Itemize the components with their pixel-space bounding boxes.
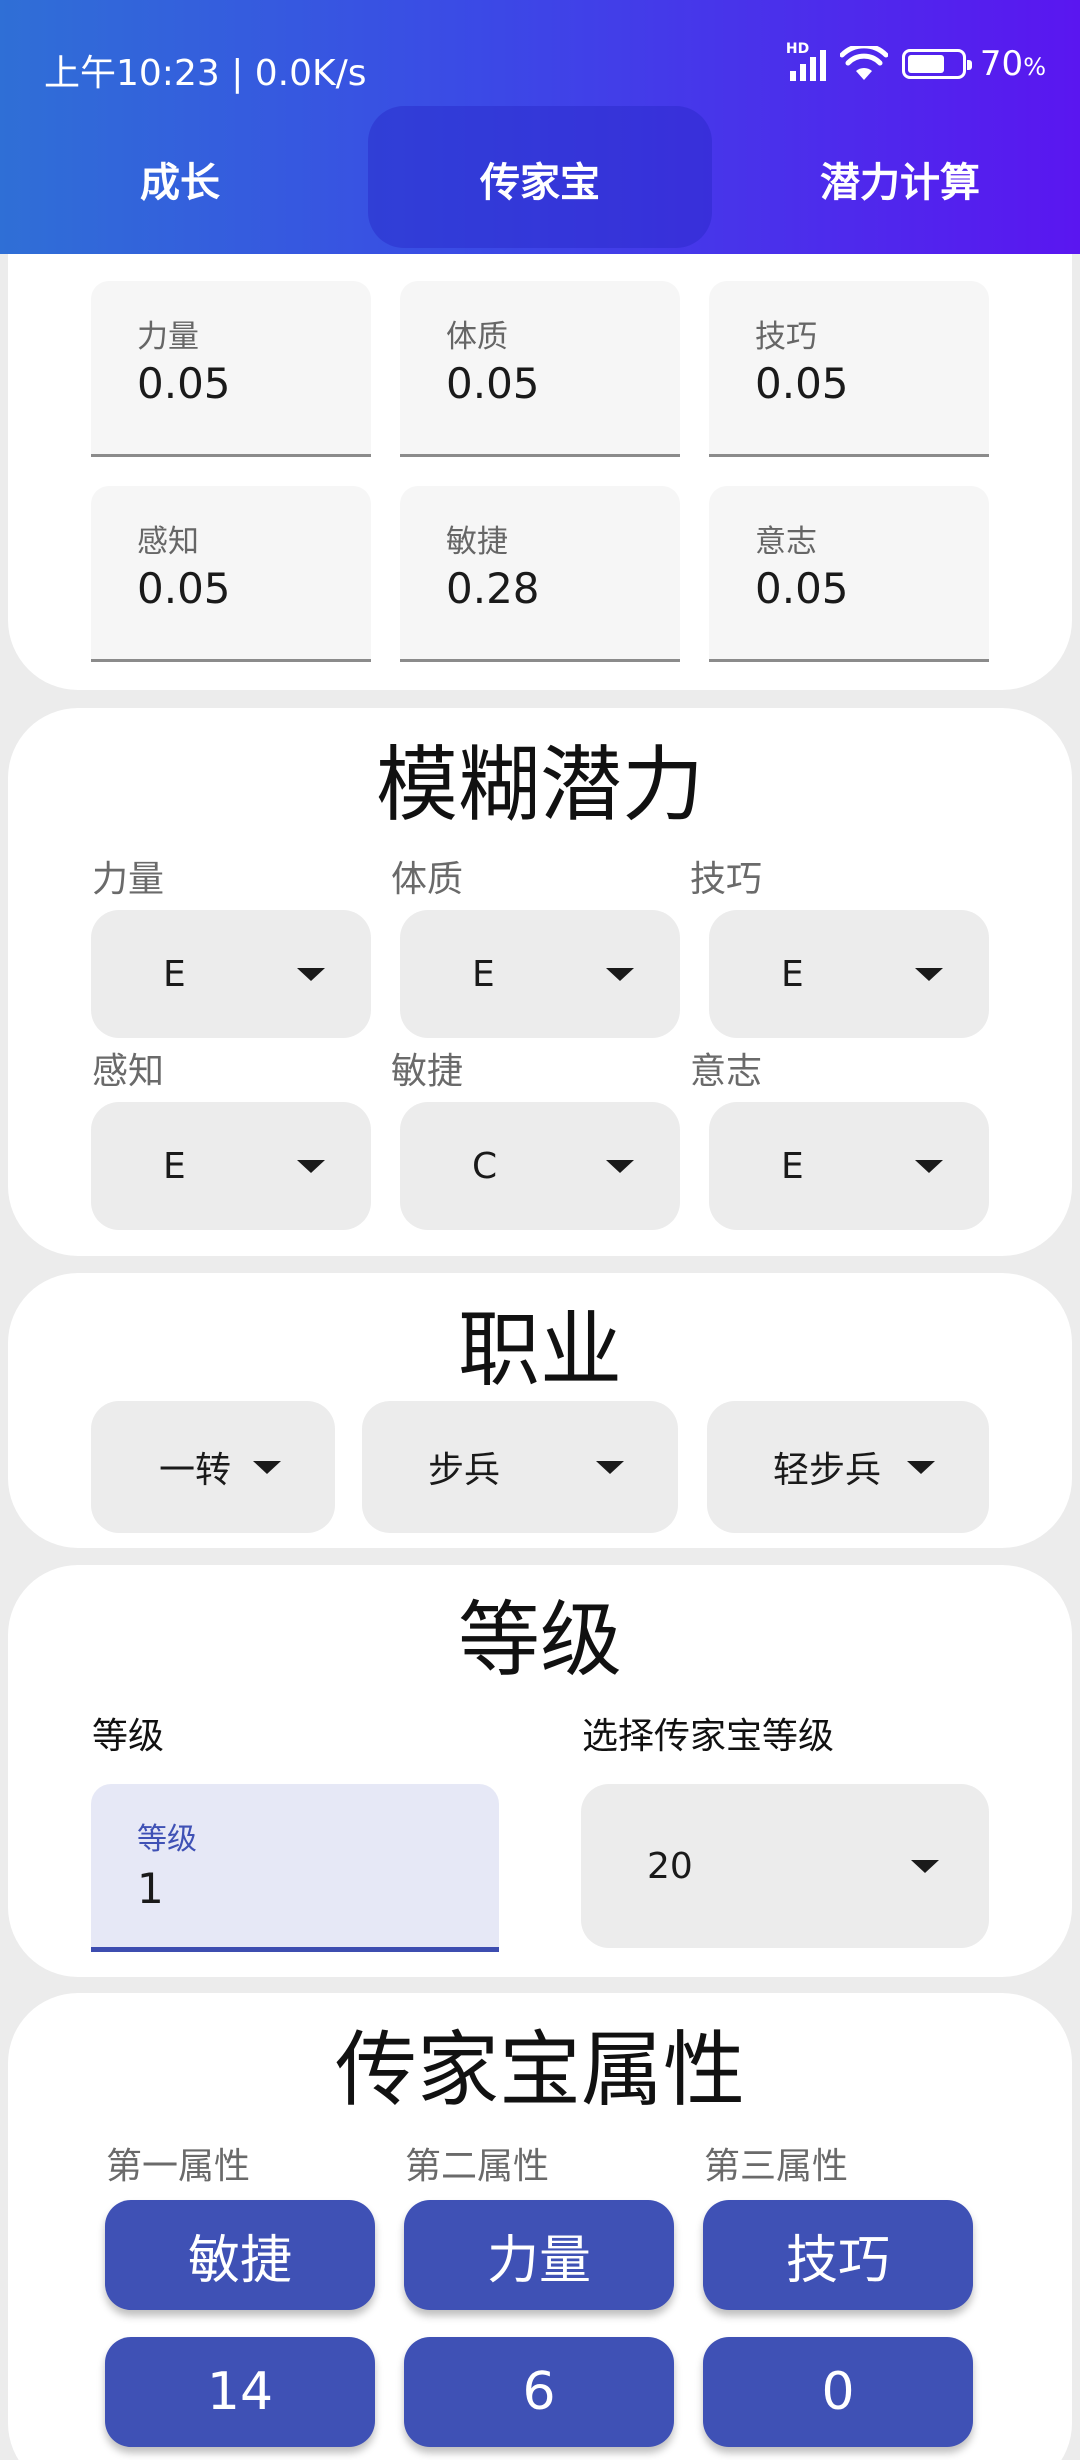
profession-card: 职业 一转 步兵 轻步兵 [8, 1273, 1072, 1548]
dropdown-class-tier[interactable]: 一转 [91, 1401, 335, 1533]
label-second-attribute: 第二属性 [405, 2146, 550, 2187]
heirloom-level-label: 选择传家宝等级 [582, 1716, 835, 1757]
heirloom-attributes-card: 传家宝属性 第一属性 第二属性 第三属性 敏捷 力量 技巧 14 6 0 [8, 1993, 1072, 2460]
label-skill: 技巧 [690, 859, 763, 900]
level-input[interactable]: 等级 1 [91, 1784, 499, 1952]
tab-potential-calc[interactable]: 潜力计算 [720, 104, 1080, 254]
label-third-attribute: 第三属性 [704, 2146, 849, 2187]
chevron-down-icon [915, 968, 943, 981]
battery-icon [901, 49, 972, 79]
label-perception: 感知 [92, 1051, 165, 1092]
chevron-down-icon [596, 1461, 624, 1474]
label-first-attribute: 第一属性 [106, 2146, 251, 2187]
chevron-down-icon [907, 1461, 935, 1474]
dropdown-constitution[interactable]: E [400, 910, 680, 1038]
chevron-down-icon [297, 968, 325, 981]
field-perception[interactable]: 感知 0.05 [91, 486, 371, 662]
label-will: 意志 [690, 1051, 763, 1092]
dropdown-agility[interactable]: C [400, 1102, 680, 1230]
third-attribute-button[interactable]: 技巧 [703, 2200, 973, 2310]
dropdown-strength[interactable]: E [91, 910, 371, 1038]
network-type: HD [785, 41, 810, 57]
field-constitution[interactable]: 体质 0.05 [400, 281, 680, 457]
dropdown-will[interactable]: E [709, 1102, 989, 1230]
chevron-down-icon [606, 1160, 634, 1173]
chevron-down-icon [915, 1160, 943, 1173]
wifi-icon [839, 46, 888, 80]
second-attribute-button[interactable]: 力量 [404, 2200, 674, 2310]
first-attribute-button[interactable]: 敏捷 [105, 2200, 375, 2310]
fuzzy-potential-card: 模糊潜力 力量 体质 技巧 E E E 感知 敏捷 意志 E C E [8, 708, 1072, 1256]
dropdown-class-subtype[interactable]: 轻步兵 [707, 1401, 989, 1533]
label-agility: 敏捷 [391, 1051, 464, 1092]
field-strength[interactable]: 力量 0.05 [91, 281, 371, 457]
tab-heirloom[interactable]: 传家宝 [360, 104, 720, 254]
field-agility[interactable]: 敏捷 0.28 [400, 486, 680, 662]
tab-growth[interactable]: 成长 [0, 104, 360, 254]
chevron-down-icon [253, 1461, 281, 1474]
signal-icon: HD [786, 41, 826, 81]
battery-percent: 70% [979, 44, 1046, 84]
dropdown-heirloom-level[interactable]: 20 [581, 1784, 989, 1948]
dropdown-perception[interactable]: E [91, 1102, 371, 1230]
label-constitution: 体质 [391, 859, 464, 900]
heirloom-attributes-title: 传家宝属性 [334, 2023, 745, 2118]
status-icons: HD 70% [786, 41, 1046, 84]
field-skill[interactable]: 技巧 0.05 [709, 281, 989, 457]
second-attribute-value[interactable]: 6 [404, 2337, 674, 2447]
chevron-down-icon [911, 1860, 939, 1873]
fuzzy-potential-title: 模糊潜力 [375, 738, 704, 833]
third-attribute-value[interactable]: 0 [703, 2337, 973, 2447]
dropdown-skill[interactable]: E [709, 910, 989, 1038]
app-header: 上午10:23 | 0.0K/s HD 70% 成长 传家宝 潜力计算 [0, 0, 1080, 254]
chevron-down-icon [606, 968, 634, 981]
profession-title: 职业 [457, 1303, 622, 1398]
dropdown-class-type[interactable]: 步兵 [362, 1401, 678, 1533]
chevron-down-icon [297, 1160, 325, 1173]
level-card: 等级 等级 选择传家宝等级 等级 1 20 [8, 1565, 1072, 1977]
field-will[interactable]: 意志 0.05 [709, 486, 989, 662]
tab-bar: 成长 传家宝 潜力计算 [0, 104, 1080, 254]
label-strength: 力量 [92, 859, 165, 900]
level-label: 等级 [92, 1716, 165, 1757]
status-time: 上午10:23 | 0.0K/s [44, 53, 367, 94]
first-attribute-value[interactable]: 14 [105, 2337, 375, 2447]
level-title: 等级 [457, 1593, 622, 1688]
